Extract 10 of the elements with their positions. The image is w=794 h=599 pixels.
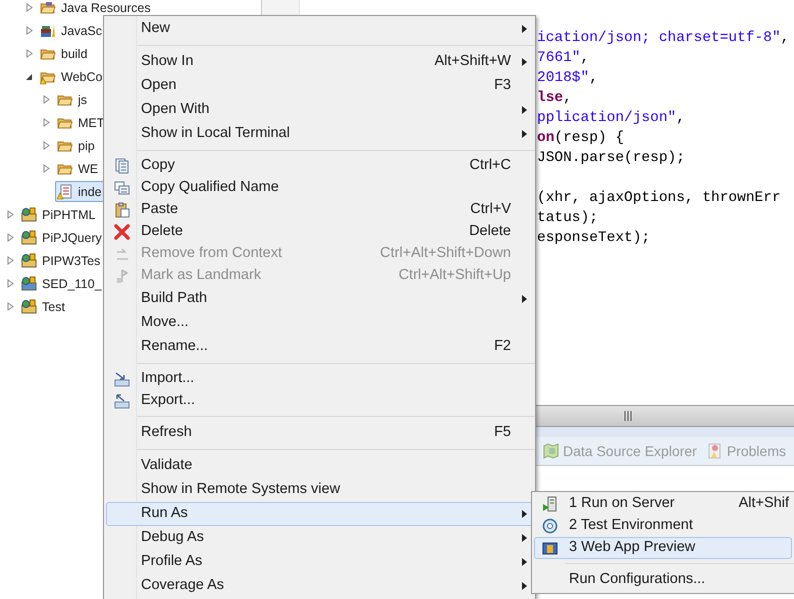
code-line: ication/json; charset=utf-8",: [537, 30, 790, 46]
code-line: lse,: [537, 90, 572, 106]
code-line: 2018$",: [537, 70, 598, 86]
code-line: 7661",: [537, 50, 590, 66]
code-line: esponseText);: [537, 230, 650, 246]
code-line: JSON.parse(resp);: [537, 150, 685, 166]
code-line: on(resp) {: [537, 130, 624, 146]
code-line: tatus);: [537, 210, 598, 226]
code-line: (xhr, ajaxOptions, thrownErr: [537, 190, 781, 206]
code-line: pplication/json",: [537, 110, 685, 126]
